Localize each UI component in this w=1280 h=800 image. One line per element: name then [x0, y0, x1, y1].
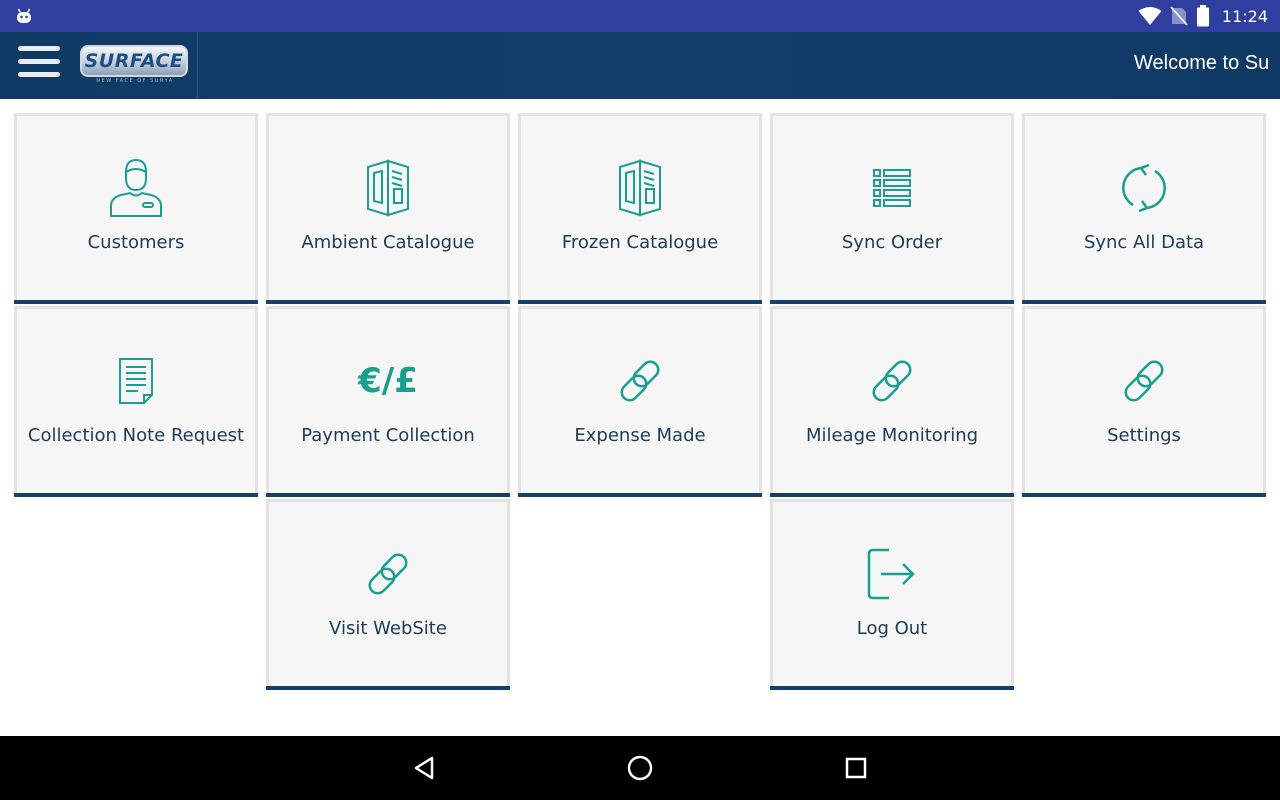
welcome-text: Welcome to Su: [1134, 52, 1270, 74]
tile-customers[interactable]: Customers: [14, 113, 258, 304]
logout-icon: [862, 544, 922, 604]
tile-label: Frozen Catalogue: [561, 232, 719, 253]
tile-label: Ambient Catalogue: [301, 232, 475, 253]
appbar-divider: [197, 32, 198, 99]
tile-mileage-monitoring[interactable]: Mileage Monitoring: [770, 306, 1014, 497]
tile-expense-made[interactable]: Expense Made: [518, 306, 762, 497]
link-icon: [358, 544, 418, 604]
document-icon: [106, 351, 166, 411]
wifi-icon: [1138, 7, 1162, 25]
tile-log-out[interactable]: Log Out: [770, 499, 1014, 690]
tile-frozen-catalogue[interactable]: Frozen Catalogue: [518, 113, 762, 304]
battery-icon: [1196, 5, 1209, 27]
surface-logo: SURFACE NEW FACE OF SURYA: [80, 45, 190, 89]
back-icon[interactable]: [408, 752, 440, 784]
tile-label: Collection Note Request: [27, 425, 245, 446]
tile-label: Settings: [1107, 425, 1181, 446]
home-icon[interactable]: [624, 752, 656, 784]
link-icon: [610, 351, 670, 411]
link-icon: [1114, 351, 1174, 411]
dashboard-grid: Customers Ambient Catalogue Frozen Catal: [0, 99, 1280, 736]
tile-label: Log Out: [856, 618, 928, 639]
currency-icon: €/£: [358, 351, 418, 411]
tile-visit-website[interactable]: Visit WebSite: [266, 499, 510, 690]
logo-text: SURFACE: [84, 50, 184, 72]
catalogue-book-icon: [358, 158, 418, 218]
tile-sync-order[interactable]: Sync Order: [770, 113, 1014, 304]
sync-icon: [1114, 158, 1174, 218]
status-bar: 11:24: [0, 0, 1280, 32]
tile-label: Payment Collection: [301, 425, 475, 446]
tile-label: Sync All Data: [1083, 232, 1205, 253]
app-bar: SURFACE NEW FACE OF SURYA Welcome to Su: [0, 32, 1280, 99]
logo-tagline: NEW FACE OF SURYA: [96, 78, 174, 84]
status-icons: 11:24: [1138, 0, 1268, 32]
status-time: 11:24: [1221, 6, 1268, 26]
tile-sync-all-data[interactable]: Sync All Data: [1022, 113, 1266, 304]
tile-label: Customers: [87, 232, 185, 253]
navigation-bar: [0, 736, 1280, 800]
list-icon: [862, 158, 922, 218]
tile-payment-collection[interactable]: €/£ Payment Collection: [266, 306, 510, 497]
tile-label: Expense Made: [574, 425, 706, 446]
tile-ambient-catalogue[interactable]: Ambient Catalogue: [266, 113, 510, 304]
link-icon: [862, 351, 922, 411]
customer-person-icon: [106, 158, 166, 218]
catalogue-book-icon: [610, 158, 670, 218]
tile-label: Mileage Monitoring: [805, 425, 979, 446]
tile-label: Visit WebSite: [329, 618, 447, 639]
hamburger-menu-icon[interactable]: [18, 46, 62, 82]
android-icon: [17, 8, 31, 23]
tile-settings[interactable]: Settings: [1022, 306, 1266, 497]
tile-label: Sync Order: [841, 232, 943, 253]
tile-collection-note-request[interactable]: Collection Note Request: [14, 306, 258, 497]
recents-icon[interactable]: [840, 752, 872, 784]
currency-symbol-text: €/£: [358, 361, 418, 401]
no-sim-icon: [1170, 6, 1188, 26]
